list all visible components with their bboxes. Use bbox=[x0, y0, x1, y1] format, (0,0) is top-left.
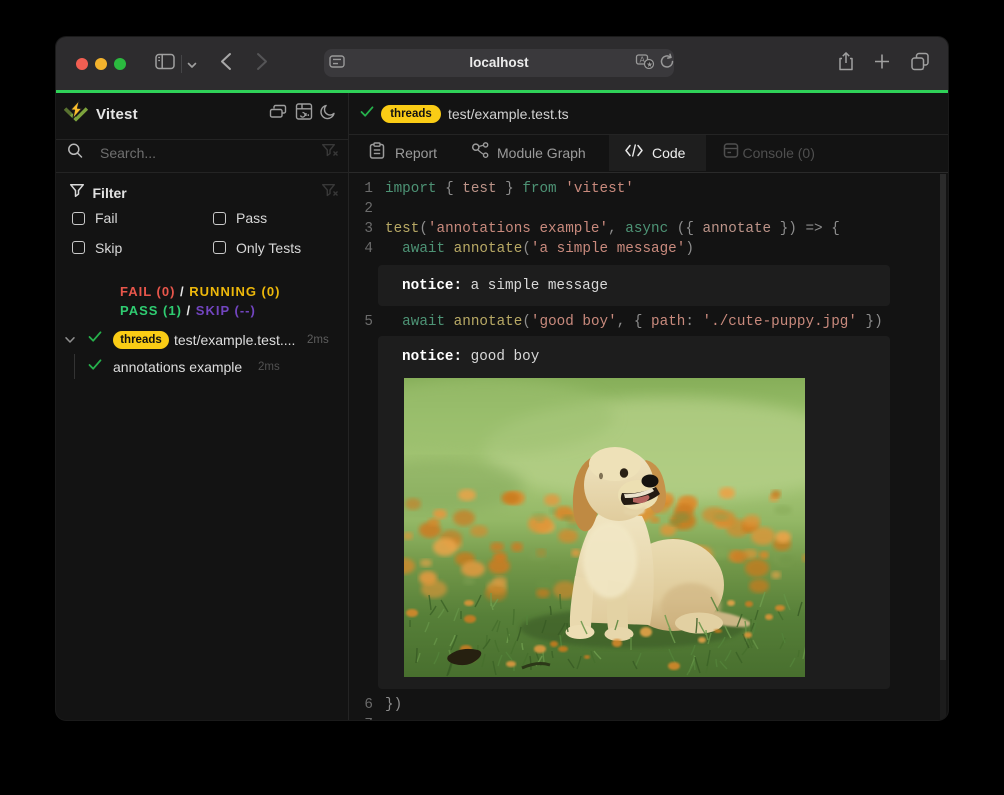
svg-text:★: ★ bbox=[646, 60, 653, 69]
